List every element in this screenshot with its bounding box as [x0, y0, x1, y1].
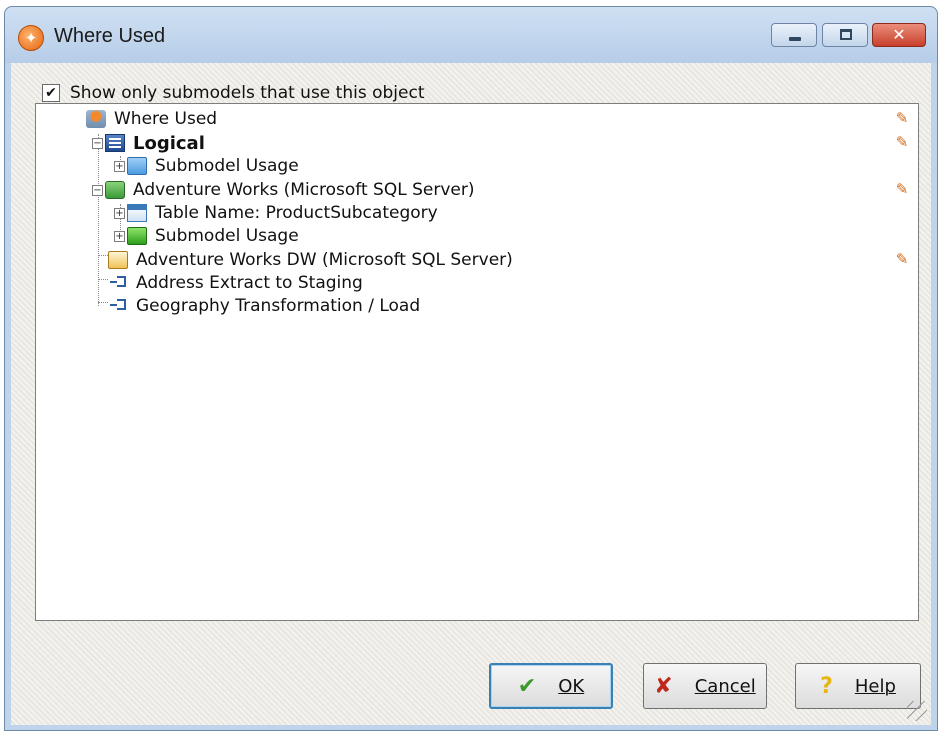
app-icon: ✦	[18, 25, 44, 51]
tree-node-label: Logical	[133, 132, 205, 154]
folder-icon	[127, 227, 147, 245]
tree-node-geography-transformation[interactable]: Geography Transformation / Load	[108, 295, 420, 317]
title-bar[interactable]: ✦ Where Used ✕	[5, 7, 937, 63]
tree-node-adventure-works[interactable]: − Adventure Works (Microsoft SQL Server)	[92, 179, 474, 201]
dialog-body: ✔ Show only submodels that use this obje…	[11, 63, 931, 725]
edit-pencil-icon[interactable]: ✎	[894, 181, 910, 197]
tree-connector	[98, 279, 108, 280]
help-button-label: Help	[854, 675, 896, 697]
edit-pencil-icon[interactable]: ✎	[894, 134, 910, 150]
show-submodels-option[interactable]: ✔ Show only submodels that use this obje…	[42, 83, 425, 103]
cancel-x-icon: ✘	[654, 673, 673, 699]
tree-node-adventure-works-dw[interactable]: Adventure Works DW (Microsoft SQL Server…	[108, 249, 513, 271]
tree-node-aw-submodel-usage[interactable]: + Submodel Usage	[114, 225, 299, 247]
minimize-button[interactable]	[771, 23, 817, 47]
close-icon: ✕	[892, 25, 906, 44]
tree-node-logical-submodel-usage[interactable]: + Submodel Usage	[114, 155, 299, 177]
folder-icon	[127, 157, 147, 175]
expand-icon[interactable]: +	[114, 230, 125, 242]
ok-button[interactable]: ✔ OK	[489, 663, 613, 709]
tree-node-where-used[interactable]: Where Used	[86, 108, 217, 130]
collapse-icon[interactable]: −	[92, 184, 103, 196]
maximize-icon	[840, 29, 852, 40]
where-used-tree[interactable]: Where Used ✎ − Logical ✎ + Submodel Usag…	[35, 103, 919, 621]
tree-node-label: Adventure Works (Microsoft SQL Server)	[133, 180, 475, 200]
minimize-icon	[789, 37, 801, 41]
tree-node-label: Adventure Works DW (Microsoft SQL Server…	[136, 250, 513, 270]
tree-connector	[98, 302, 108, 303]
ok-button-label: OK	[558, 675, 585, 697]
collapse-icon[interactable]: −	[92, 137, 103, 149]
cancel-button-label: Cancel	[694, 675, 756, 697]
maximize-button[interactable]	[822, 23, 868, 47]
expand-icon[interactable]: +	[114, 160, 125, 172]
tree-connector	[98, 255, 108, 256]
tree-node-label: Address Extract to Staging	[136, 273, 363, 293]
data-flow-icon	[108, 297, 128, 315]
where-used-dialog: ✦ Where Used ✕ ✔ Show only submodels tha…	[4, 6, 938, 731]
tree-node-label: Where Used	[114, 109, 218, 129]
logical-model-icon	[105, 134, 125, 152]
data-flow-icon	[108, 274, 128, 292]
tree-node-logical[interactable]: − Logical	[92, 132, 205, 154]
checkmark-icon: ✔	[517, 673, 537, 699]
show-submodels-checkbox[interactable]: ✔	[42, 84, 60, 102]
tree-node-label: Submodel Usage	[155, 226, 299, 246]
resize-grip[interactable]	[907, 701, 927, 721]
help-button[interactable]: ? Help	[795, 663, 921, 709]
help-question-icon: ?	[820, 673, 833, 699]
tree-node-address-extract[interactable]: Address Extract to Staging	[108, 272, 363, 294]
edit-pencil-icon[interactable]: ✎	[894, 110, 910, 126]
tree-node-table-productsubcategory[interactable]: + Table Name: ProductSubcategory	[114, 202, 438, 224]
tree-node-label: Table Name: ProductSubcategory	[155, 203, 438, 223]
tree-node-label: Submodel Usage	[155, 156, 299, 176]
edit-pencil-icon[interactable]: ✎	[894, 251, 910, 267]
tree-connector	[98, 134, 99, 306]
expand-icon[interactable]: +	[114, 207, 125, 219]
cancel-button[interactable]: ✘ Cancel	[643, 663, 767, 709]
table-icon	[127, 204, 147, 222]
close-button[interactable]: ✕	[872, 23, 926, 47]
tree-node-label: Geography Transformation / Load	[136, 296, 421, 316]
data-warehouse-icon	[108, 251, 128, 269]
window-title: Where Used	[54, 25, 166, 47]
where-used-icon	[86, 110, 106, 128]
database-icon	[105, 181, 125, 199]
show-submodels-label[interactable]: Show only submodels that use this object	[70, 83, 425, 103]
